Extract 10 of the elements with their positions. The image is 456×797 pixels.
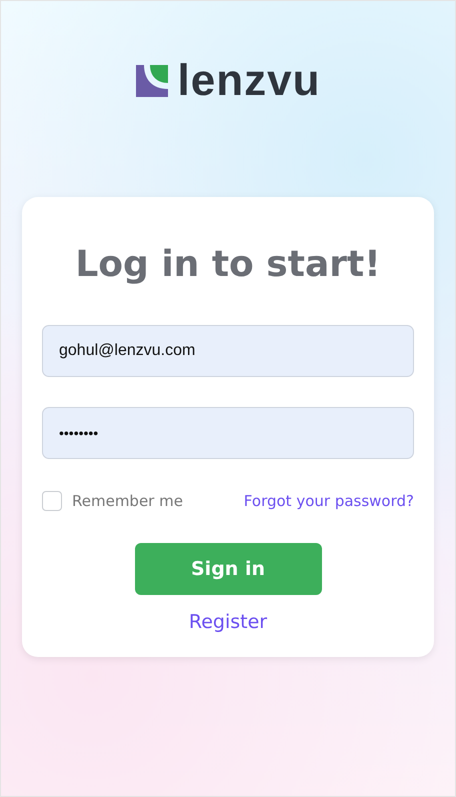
remember-checkbox[interactable] [42, 491, 62, 511]
sign-in-button[interactable]: Sign in [134, 543, 322, 595]
form-title: Log in to start! [75, 243, 381, 287]
password-field[interactable]: •••••••• [42, 407, 414, 459]
logo-icon [136, 65, 168, 97]
email-field[interactable]: gohul@lenzvu.com [42, 325, 414, 377]
remember-label[interactable]: Remember me [72, 492, 183, 510]
forgot-password-link[interactable]: Forgot your password? [244, 492, 414, 510]
logo-text: lenzvu [178, 63, 320, 99]
register-link[interactable]: Register [188, 611, 268, 633]
